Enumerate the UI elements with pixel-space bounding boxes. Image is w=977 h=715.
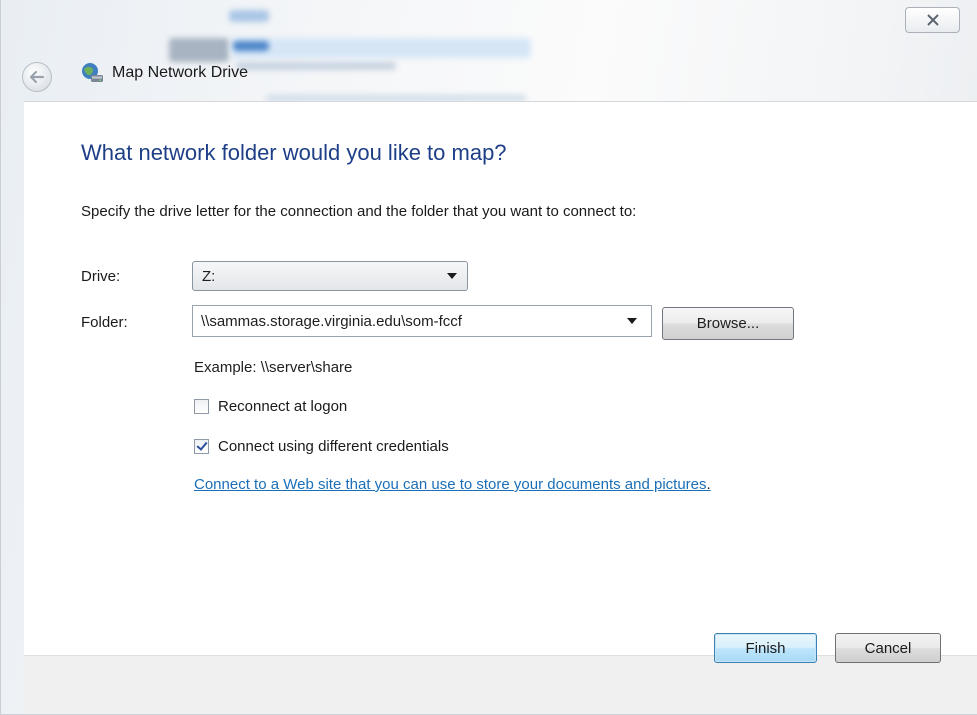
reconnect-option[interactable]: Reconnect at logon bbox=[194, 398, 347, 415]
network-drive-icon bbox=[82, 63, 103, 82]
background-blur bbox=[169, 38, 229, 62]
credentials-label: Connect using different credentials bbox=[218, 438, 449, 455]
background-blur bbox=[231, 38, 531, 58]
close-icon bbox=[926, 14, 939, 26]
drive-select[interactable]: Z: bbox=[192, 261, 468, 291]
wizard-content: What network folder would you like to ma… bbox=[24, 101, 977, 655]
map-network-drive-window: Map Network Drive What network folder wo… bbox=[0, 0, 977, 715]
back-arrow-icon bbox=[29, 70, 45, 84]
background-blur bbox=[233, 41, 269, 51]
web-site-link-row: Connect to a Web site that you can use t… bbox=[194, 476, 711, 493]
reconnect-label: Reconnect at logon bbox=[218, 398, 348, 415]
back-button[interactable] bbox=[22, 62, 52, 92]
drive-value: Z: bbox=[202, 267, 216, 285]
web-site-link[interactable]: Connect to a Web site that you can use t… bbox=[194, 476, 707, 493]
credentials-checkbox[interactable] bbox=[194, 439, 209, 454]
link-period: . bbox=[706, 476, 711, 493]
page-heading: What network folder would you like to ma… bbox=[81, 140, 507, 165]
cancel-button[interactable]: Cancel bbox=[835, 633, 941, 663]
window-title: Map Network Drive bbox=[112, 64, 249, 81]
folder-label: Folder: bbox=[81, 314, 128, 331]
close-button[interactable] bbox=[905, 7, 960, 33]
background-blur bbox=[229, 10, 269, 22]
drive-label: Drive: bbox=[81, 268, 121, 285]
reconnect-checkbox[interactable] bbox=[194, 399, 209, 414]
background-blur bbox=[236, 62, 396, 70]
dropdown-arrow-icon[interactable] bbox=[627, 318, 637, 324]
browse-button[interactable]: Browse... bbox=[662, 307, 794, 340]
folder-value: \\sammas.storage.virginia.edu\som-fccf bbox=[201, 312, 462, 330]
wizard-footer bbox=[24, 655, 977, 714]
folder-input[interactable]: \\sammas.storage.virginia.edu\som-fccf bbox=[192, 305, 652, 337]
credentials-option[interactable]: Connect using different credentials bbox=[194, 438, 449, 455]
example-text: Example: \\server\share bbox=[194, 359, 353, 376]
dropdown-arrow-icon bbox=[447, 273, 457, 279]
finish-button[interactable]: Finish bbox=[714, 633, 817, 663]
instructions-text: Specify the drive letter for the connect… bbox=[81, 203, 637, 220]
